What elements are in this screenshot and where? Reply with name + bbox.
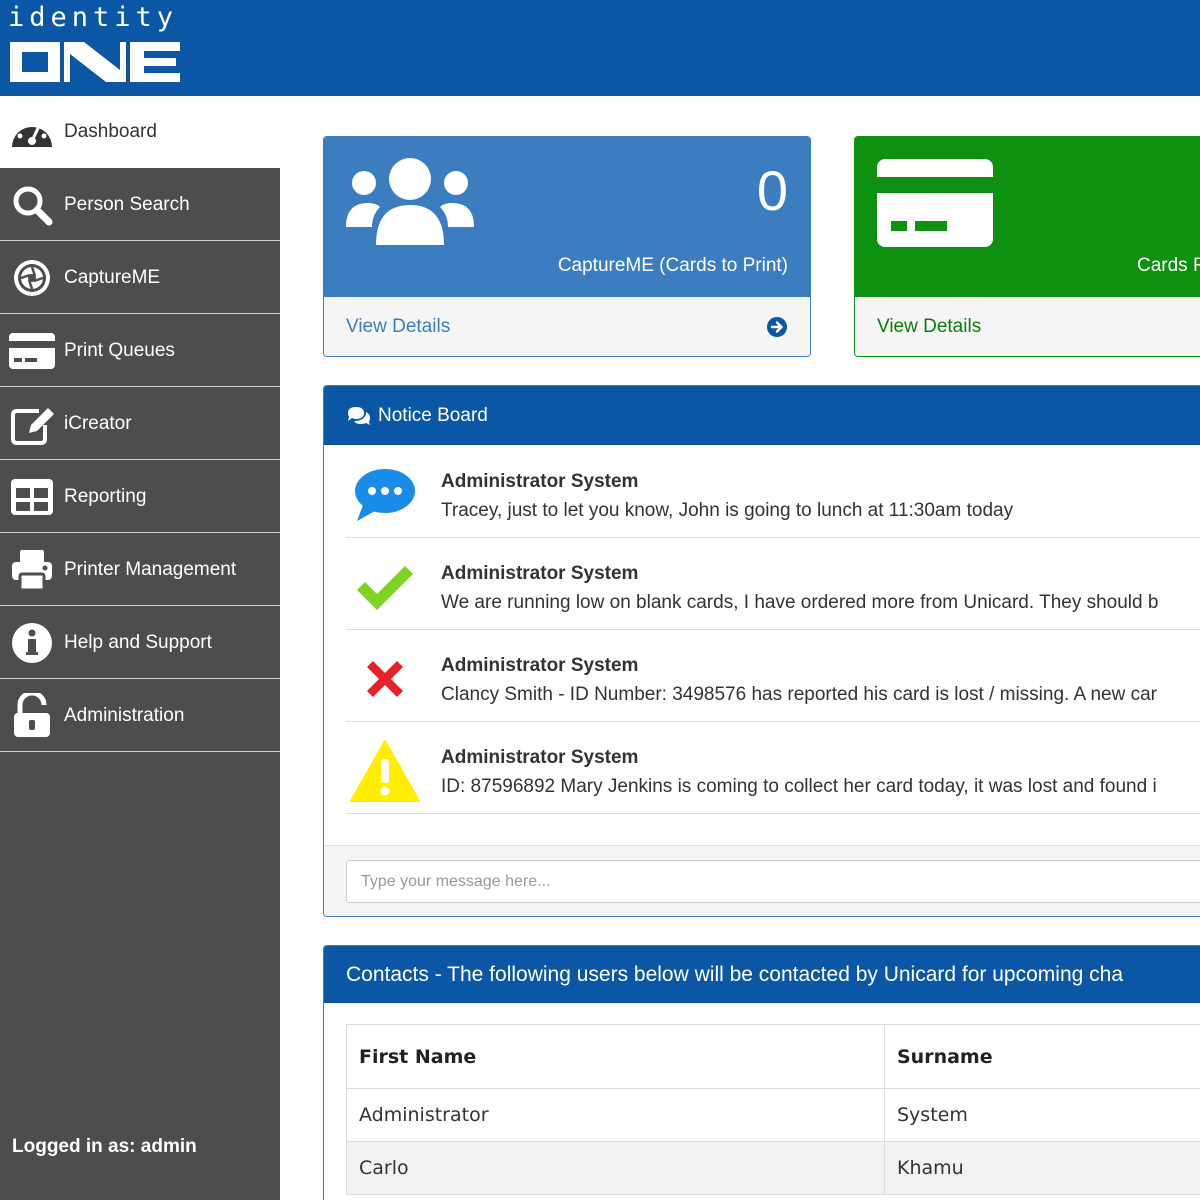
sidebar-item-label: Person Search (64, 193, 190, 215)
cross-icon (346, 648, 424, 710)
contacts-panel: Contacts - The following users below wil… (323, 945, 1200, 1200)
table-row[interactable]: Administrator System (346, 1088, 1200, 1142)
notice-message: Tracey, just to let you know, John is go… (441, 500, 1014, 521)
table-row[interactable]: Carlo Khamu (346, 1141, 1200, 1195)
credit-card-icon (0, 315, 64, 387)
notice-item: Administrator System Clancy Smith - ID N… (346, 630, 1200, 722)
sidebar-item-icreator[interactable]: iCreator (0, 388, 280, 460)
sidebar-item-label: Reporting (64, 485, 147, 507)
view-details-link[interactable]: View Details (324, 297, 810, 356)
notice-author: Administrator System (441, 471, 639, 492)
cell-surname: System (884, 1088, 1200, 1142)
check-icon (346, 556, 424, 618)
sidebar-item-label: Print Queues (64, 339, 175, 361)
notice-item: Administrator System Tracey, just to let… (346, 446, 1200, 538)
sidebar-item-reporting[interactable]: Reporting (0, 461, 280, 533)
sidebar-item-captureme[interactable]: CaptureME (0, 242, 280, 314)
sidebar-item-administration[interactable]: Administration (0, 680, 280, 752)
contacts-table: First Name Surname Administrator System … (346, 1024, 1200, 1195)
notice-board-title: Notice Board (378, 404, 488, 426)
warning-icon (346, 740, 424, 802)
notice-item: Administrator System ID: 87596892 Mary J… (346, 722, 1200, 814)
contacts-header: Contacts - The following users below wil… (324, 946, 1200, 1003)
printer-icon (0, 534, 64, 606)
column-header-surname[interactable]: Surname (884, 1024, 1200, 1089)
unlock-icon (0, 680, 64, 752)
sidebar-item-label: Printer Management (64, 558, 237, 580)
notice-board-header: Notice Board (324, 386, 1200, 445)
sidebar: Dashboard Person Search CaptureME Print … (0, 96, 280, 1200)
sidebar-item-label: Help and Support (64, 631, 212, 653)
dashboard-gauge-icon (0, 96, 64, 168)
info-icon (0, 607, 64, 679)
sidebar-item-label: CaptureME (64, 266, 161, 288)
notice-board-panel: Notice Board Administrator System Tracey… (323, 385, 1200, 917)
sidebar-item-help-and-support[interactable]: Help and Support (0, 607, 280, 679)
captureme-summary-card: 0 CaptureME (Cards to Print) View Detail… (323, 136, 811, 357)
notice-message: We are running low on blank cards, I hav… (441, 592, 1159, 613)
identity-one-logo[interactable]: identity (8, 2, 188, 88)
table-header-row: First Name Surname (346, 1024, 1200, 1089)
view-details-link[interactable]: View Details (855, 297, 1200, 356)
cell-surname: Khamu (884, 1141, 1200, 1195)
cards-summary-card: Cards F View Details (854, 136, 1200, 357)
card-header: 0 CaptureME (Cards to Print) (324, 137, 810, 297)
search-icon (0, 169, 64, 241)
view-details-label: View Details (877, 316, 982, 337)
sidebar-item-label: Administration (64, 704, 185, 726)
table-icon (0, 461, 64, 533)
cell-first-name: Carlo (346, 1141, 885, 1195)
users-icon (346, 158, 474, 245)
message-input[interactable] (346, 860, 1200, 903)
notice-item: Administrator System We are running low … (346, 538, 1200, 630)
sidebar-item-print-queues[interactable]: Print Queues (0, 315, 280, 387)
column-header-first-name[interactable]: First Name (346, 1024, 885, 1089)
logo-text: identity (8, 2, 179, 33)
sidebar-item-printer-management[interactable]: Printer Management (0, 534, 280, 606)
logged-in-status: Logged in as: admin (12, 1136, 197, 1157)
notice-message: ID: 87596892 Mary Jenkins is coming to c… (441, 776, 1157, 797)
arrow-circle-right-icon (767, 317, 787, 337)
main-content: 0 CaptureME (Cards to Print) View Detail… (280, 96, 1200, 1200)
sidebar-item-label: iCreator (64, 412, 132, 434)
notice-message: Clancy Smith - ID Number: 3498576 has re… (441, 684, 1157, 705)
card-count: 0 (756, 159, 788, 222)
view-details-label: View Details (346, 316, 451, 337)
top-header: identity (0, 0, 1200, 96)
credit-card-icon (877, 159, 993, 247)
logo-one-mark (10, 42, 180, 82)
sidebar-item-person-search[interactable]: Person Search (0, 169, 280, 241)
contacts-title: Contacts - The following users below wil… (346, 962, 1123, 986)
camera-aperture-icon (0, 242, 64, 314)
notice-author: Administrator System (441, 655, 639, 676)
sidebar-item-label: Dashboard (64, 121, 157, 142)
chat-bubble-icon (346, 464, 424, 526)
card-header: Cards F (855, 137, 1200, 297)
comments-icon (348, 406, 370, 425)
notice-author: Administrator System (441, 563, 639, 584)
notice-author: Administrator System (441, 747, 639, 768)
cell-first-name: Administrator (346, 1088, 885, 1142)
card-title: CaptureME (Cards to Print) (557, 255, 788, 276)
notice-board-footer (324, 845, 1200, 916)
edit-icon (0, 388, 64, 460)
sidebar-item-dashboard[interactable]: Dashboard (0, 96, 280, 168)
card-title: Cards F (1137, 255, 1200, 276)
